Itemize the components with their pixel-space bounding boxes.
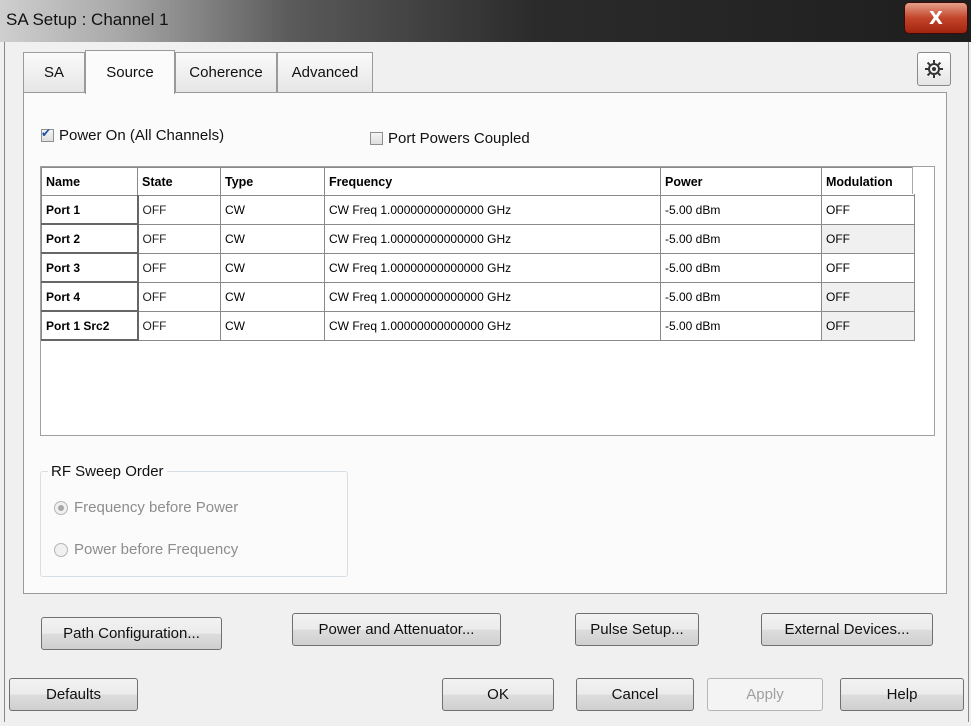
column-header-power: Power xyxy=(660,167,822,196)
column-header-state: State xyxy=(137,167,221,196)
source-table: Name State Type Frequency Power Modulati… xyxy=(40,166,935,436)
port-name-cell[interactable]: Port 3 xyxy=(41,252,139,283)
state-cell[interactable]: OFF xyxy=(137,195,221,225)
close-icon: X xyxy=(929,7,943,29)
power-before-frequency-radio[interactable]: Power before Frequency xyxy=(54,541,238,558)
table-header-row: Name State Type Frequency Power Modulati… xyxy=(41,167,915,196)
help-button[interactable]: Help xyxy=(840,678,964,711)
radio-selected-icon xyxy=(54,500,68,515)
port-powers-coupled-checkbox[interactable]: Port Powers Coupled xyxy=(370,130,530,147)
ok-button[interactable]: OK xyxy=(442,678,554,711)
power-and-attenuator-button[interactable]: Power and Attenuator... xyxy=(292,613,501,646)
table-row[interactable]: Port 3 OFF CW CW Freq 1.00000000000000 G… xyxy=(41,252,915,283)
window-title: SA Setup : Channel 1 xyxy=(6,10,169,29)
type-cell[interactable]: CW xyxy=(220,310,325,341)
column-header-type: Type xyxy=(220,167,325,196)
type-cell[interactable]: CW xyxy=(220,223,325,254)
checkbox-box[interactable]: ✔ xyxy=(41,126,54,142)
modulation-cell[interactable]: OFF xyxy=(821,252,915,283)
modulation-cell[interactable]: OFF xyxy=(821,281,915,312)
radio-label: Power before Frequency xyxy=(74,541,239,558)
table-row[interactable]: Port 2 OFF CW CW Freq 1.00000000000000 G… xyxy=(41,223,915,254)
type-cell[interactable]: CW xyxy=(220,252,325,283)
table-row[interactable]: Port 1 OFF CW CW Freq 1.00000000000000 G… xyxy=(41,195,915,225)
tab-sa[interactable]: SA xyxy=(23,52,85,92)
frequency-cell[interactable]: CW Freq 1.00000000000000 GHz xyxy=(324,195,661,225)
tab-source[interactable]: Source xyxy=(85,50,175,94)
power-cell[interactable]: -5.00 dBm xyxy=(660,252,822,283)
power-cell[interactable]: -5.00 dBm xyxy=(660,281,822,312)
state-cell[interactable]: OFF xyxy=(137,281,221,312)
checkbox-box[interactable] xyxy=(370,132,383,145)
port-name-cell[interactable]: Port 2 xyxy=(41,223,139,254)
frequency-cell[interactable]: CW Freq 1.00000000000000 GHz xyxy=(324,223,661,254)
table-header-filler xyxy=(912,167,934,194)
table-row[interactable]: Port 1 Src2 OFF CW CW Freq 1.00000000000… xyxy=(41,310,915,341)
modulation-cell[interactable]: OFF xyxy=(821,310,915,341)
power-on-checkbox[interactable]: ✔ Power On (All Channels) xyxy=(41,126,225,144)
rf-sweep-order-label: RF Sweep Order xyxy=(48,463,167,480)
defaults-button[interactable]: Defaults xyxy=(9,678,138,711)
state-cell[interactable]: OFF xyxy=(137,223,221,254)
cancel-button[interactable]: Cancel xyxy=(576,678,694,711)
path-configuration-button[interactable]: Path Configuration... xyxy=(41,617,222,650)
rf-sweep-order-group xyxy=(40,471,348,577)
state-cell[interactable]: OFF xyxy=(137,310,221,341)
sa-setup-dialog: SA Setup : Channel 1 X SA Source Coheren… xyxy=(0,0,971,726)
power-cell[interactable]: -5.00 dBm xyxy=(660,310,822,341)
tab-advanced[interactable]: Advanced xyxy=(277,52,373,92)
frequency-cell[interactable]: CW Freq 1.00000000000000 GHz xyxy=(324,310,661,341)
frequency-cell[interactable]: CW Freq 1.00000000000000 GHz xyxy=(324,281,661,312)
gear-icon xyxy=(925,60,943,78)
external-devices-button[interactable]: External Devices... xyxy=(761,613,933,646)
type-cell[interactable]: CW xyxy=(220,195,325,225)
checkmark-icon: ✔ xyxy=(41,126,52,140)
modulation-cell[interactable]: OFF xyxy=(821,223,915,254)
radio-label: Frequency before Power xyxy=(74,499,239,516)
frequency-before-power-radio[interactable]: Frequency before Power xyxy=(54,499,238,516)
column-header-frequency: Frequency xyxy=(324,167,661,196)
tab-coherence[interactable]: Coherence xyxy=(175,52,277,92)
column-header-modulation: Modulation xyxy=(821,167,915,196)
port-name-cell[interactable]: Port 1 Src2 xyxy=(41,310,139,341)
modulation-cell[interactable]: OFF xyxy=(821,195,915,225)
close-button[interactable]: X xyxy=(904,2,968,34)
power-on-label: Power On (All Channels) xyxy=(59,127,225,144)
apply-button[interactable]: Apply xyxy=(707,678,823,711)
radio-unselected-icon xyxy=(54,542,68,557)
column-header-name: Name xyxy=(41,167,138,196)
state-cell[interactable]: OFF xyxy=(137,252,221,283)
port-name-cell[interactable]: Port 1 xyxy=(41,195,139,225)
table-row[interactable]: Port 4 OFF CW CW Freq 1.00000000000000 G… xyxy=(41,281,915,312)
settings-button[interactable] xyxy=(917,52,951,86)
power-cell[interactable]: -5.00 dBm xyxy=(660,223,822,254)
port-name-cell[interactable]: Port 4 xyxy=(41,281,139,312)
power-cell[interactable]: -5.00 dBm xyxy=(660,195,822,225)
frequency-cell[interactable]: CW Freq 1.00000000000000 GHz xyxy=(324,252,661,283)
port-powers-coupled-label: Port Powers Coupled xyxy=(388,130,530,147)
type-cell[interactable]: CW xyxy=(220,281,325,312)
pulse-setup-button[interactable]: Pulse Setup... xyxy=(575,613,699,646)
title-bar[interactable]: SA Setup : Channel 1 X xyxy=(0,0,971,42)
